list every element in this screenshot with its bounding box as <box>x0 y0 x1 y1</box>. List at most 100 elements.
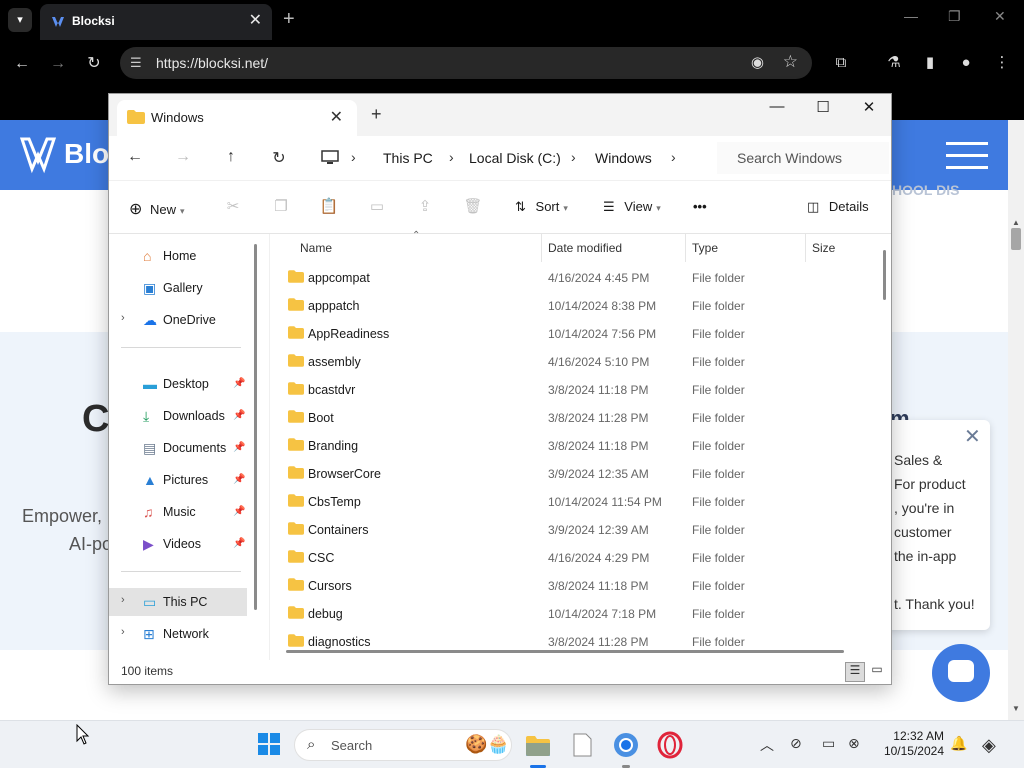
labs-flask-icon[interactable]: ⚗ <box>883 52 905 74</box>
nav-item-downloads[interactable]: ⤓ Downloads 📌 <box>109 402 247 430</box>
close-window-button[interactable]: ✕ <box>994 8 1006 25</box>
view-button[interactable]: ☰ View ▾ <box>603 199 661 215</box>
more-options-button[interactable]: ••• <box>693 199 707 214</box>
restore-window-button[interactable]: ❐ <box>948 8 961 25</box>
chevron-right-icon[interactable]: › <box>671 149 676 165</box>
maximize-button[interactable]: ☐ <box>807 98 839 122</box>
side-panel-icon[interactable]: ▮ <box>919 52 941 74</box>
file-list-horizontal-scrollbar[interactable] <box>286 650 844 653</box>
navigation-scrollbar[interactable] <box>254 244 257 610</box>
file-row[interactable]: CSC 4/16/2024 4:29 PM File folder <box>282 544 872 572</box>
display-icon[interactable]: ▭ <box>822 735 835 752</box>
file-row[interactable]: debug 10/14/2024 7:18 PM File folder <box>282 600 872 628</box>
chevron-right-icon[interactable]: › <box>351 149 356 165</box>
file-row[interactable]: Branding 3/8/2024 11:18 PM File folder <box>282 432 872 460</box>
column-header-type[interactable]: Type <box>692 241 718 255</box>
notification-bell-icon[interactable]: 🔔 <box>950 735 967 752</box>
address-bar[interactable]: ☰ https://blocksi.net/ ◉ ☆ <box>120 47 812 79</box>
chat-popup-close-icon[interactable]: ✕ <box>964 424 981 449</box>
details-button[interactable]: ◫ Details <box>807 199 869 215</box>
sync-status-icon[interactable]: ⊗ <box>848 735 860 752</box>
delete-icon[interactable]: 🗑 <box>463 197 483 217</box>
close-tab-icon[interactable]: ✕ <box>330 107 343 127</box>
file-row[interactable]: Cursors 3/8/2024 11:18 PM File folder <box>282 572 872 600</box>
file-row[interactable]: AppReadiness 10/14/2024 7:56 PM File folde… <box>282 320 872 348</box>
reload-button[interactable]: ↻ <box>82 52 106 76</box>
nav-item-videos[interactable]: ▶ Videos 📌 <box>109 530 247 558</box>
chat-launcher-button[interactable] <box>932 644 990 702</box>
minimize-button[interactable]: — <box>761 98 793 122</box>
chrome-taskbar-icon[interactable] <box>612 731 640 759</box>
cut-icon[interactable]: ✂ <box>223 197 243 217</box>
chevron-right-icon[interactable]: › <box>571 149 576 165</box>
details-view-icon[interactable]: ☰ <box>845 662 865 682</box>
opera-taskbar-icon[interactable] <box>656 731 684 759</box>
column-divider[interactable] <box>805 234 806 262</box>
site-menu-icon[interactable] <box>946 142 988 172</box>
forward-arrow-icon[interactable]: → <box>173 148 193 168</box>
file-row[interactable]: bcastdvr 3/8/2024 11:18 PM File folder <box>282 376 872 404</box>
chevron-right-icon[interactable]: › <box>121 594 125 606</box>
back-button[interactable]: ← <box>10 52 34 76</box>
scroll-up-arrow-icon[interactable]: ▲ <box>1012 218 1020 227</box>
notepad-taskbar-icon[interactable] <box>568 731 596 759</box>
new-button[interactable]: ⊕ New ▾ <box>129 199 185 219</box>
bookmark-star-icon[interactable]: ☆ <box>783 52 798 72</box>
minimize-window-button[interactable]: — <box>904 8 918 24</box>
copy-icon[interactable]: ❐ <box>271 197 291 217</box>
close-tab-icon[interactable]: ✕ <box>249 10 262 30</box>
browser-tab-blocksi[interactable]: Blocksi ✕ <box>40 4 272 40</box>
file-row[interactable]: appcompat 4/16/2024 4:45 PM File folder <box>282 264 872 292</box>
pin-icon[interactable]: 📌 <box>233 474 245 485</box>
share-icon[interactable]: ⇪ <box>415 197 435 217</box>
show-hidden-icons-chevron-icon[interactable]: ︿ <box>760 735 774 755</box>
column-header-name[interactable]: Name <box>300 241 332 255</box>
address-bar-url[interactable]: https://blocksi.net/ <box>156 55 268 71</box>
chevron-right-icon[interactable]: › <box>121 312 125 324</box>
column-divider[interactable] <box>685 234 686 262</box>
file-row[interactable]: Boot 3/8/2024 11:28 PM File folder <box>282 404 872 432</box>
system-clock[interactable]: 12:32 AM 10/15/2024 <box>872 729 944 759</box>
sort-button[interactable]: ⇅ Sort ▾ <box>515 199 568 215</box>
scroll-down-arrow-icon[interactable]: ▼ <box>1012 704 1020 713</box>
taskbar-search-box[interactable]: ⌕ Search 🍪🧁 <box>294 729 512 761</box>
profile-avatar-icon[interactable]: ● <box>955 52 977 74</box>
nav-item-home[interactable]: ⌂ Home <box>109 242 247 270</box>
chevron-right-icon[interactable]: › <box>121 626 125 638</box>
copilot-icon[interactable]: ◈ <box>982 735 996 756</box>
column-header-date[interactable]: Date modified <box>548 241 622 255</box>
nav-item-this-pc[interactable]: › ▭ This PC <box>109 588 247 616</box>
forward-button[interactable]: → <box>46 52 70 76</box>
file-row[interactable]: Containers 3/9/2024 12:39 AM File folder <box>282 516 872 544</box>
rename-icon[interactable]: ▭ <box>367 197 387 217</box>
paste-icon[interactable]: 📋 <box>319 197 339 217</box>
chevron-right-icon[interactable]: › <box>449 149 454 165</box>
nav-item-pictures[interactable]: ▲ Pictures 📌 <box>109 466 247 494</box>
nav-item-onedrive[interactable]: › ☁ OneDrive <box>109 306 247 334</box>
file-row[interactable]: CbsTemp 10/14/2024 11:54 PM File folder <box>282 488 872 516</box>
search-box[interactable]: Search Windows <box>717 142 889 174</box>
breadcrumb-local-disk[interactable]: Local Disk (C:) <box>469 150 561 166</box>
file-row[interactable]: assembly 4/16/2024 5:10 PM File folder <box>282 348 872 376</box>
breadcrumb[interactable]: › This PC › Local Disk (C:) › Windows › <box>315 140 713 176</box>
windows-start-icon[interactable] <box>258 733 280 755</box>
site-info-icon[interactable]: ☰ <box>130 55 146 71</box>
tiles-view-icon[interactable]: ▭ <box>867 662 887 682</box>
chrome-menu-icon[interactable]: ⋮ <box>991 52 1013 74</box>
nav-item-network[interactable]: › ⊞ Network <box>109 620 247 648</box>
new-tab-button[interactable]: + <box>371 104 382 125</box>
tab-search-button[interactable]: ▾ <box>8 8 32 32</box>
column-divider[interactable] <box>541 234 542 262</box>
column-header-size[interactable]: Size <box>812 241 835 255</box>
tracking-protection-icon[interactable]: ◉ <box>751 53 764 71</box>
page-scrollbar[interactable]: ▲ ▼ <box>1008 120 1024 720</box>
page-scrollbar-thumb[interactable] <box>1011 228 1021 250</box>
back-arrow-icon[interactable]: ← <box>125 148 145 168</box>
blocksi-logo-icon[interactable] <box>20 135 56 175</box>
breadcrumb-windows[interactable]: Windows <box>595 150 652 166</box>
nav-item-gallery[interactable]: ▣ Gallery <box>109 274 247 302</box>
new-tab-button[interactable]: + <box>283 8 295 30</box>
breadcrumb-this-pc[interactable]: This PC <box>383 150 433 166</box>
nav-item-documents[interactable]: ▤ Documents 📌 <box>109 434 247 462</box>
explorer-tab-windows[interactable]: Windows ✕ <box>117 100 357 136</box>
